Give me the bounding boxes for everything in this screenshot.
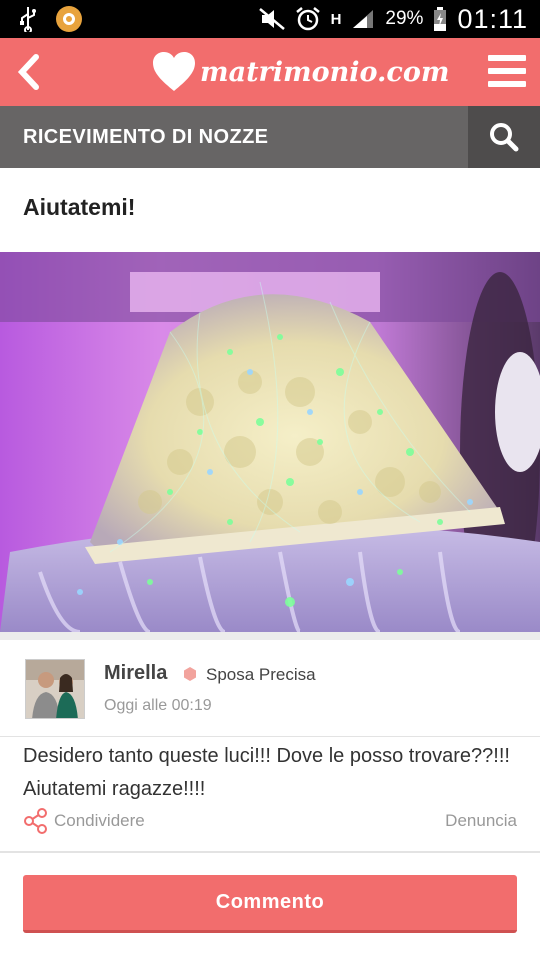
section-bar: RICEVIMENTO DI NOZZE bbox=[0, 106, 540, 168]
share-label: Condividere bbox=[54, 811, 145, 830]
brand-logo[interactable]: matrimonio.com bbox=[152, 46, 449, 98]
logo-text: matrimonio.com bbox=[200, 56, 450, 88]
chevron-left-icon bbox=[17, 54, 39, 90]
report-button[interactable]: Denuncia bbox=[445, 811, 517, 831]
status-bar: H 29% 01:11 bbox=[0, 0, 540, 38]
author-rank: Sposa Precisa bbox=[206, 665, 316, 684]
signal-icon bbox=[353, 10, 374, 28]
search-button[interactable] bbox=[468, 106, 540, 168]
search-icon bbox=[490, 123, 519, 152]
post-title: Aiutatemi! bbox=[23, 194, 136, 220]
author-avatar[interactable] bbox=[25, 659, 85, 719]
cake-lights-image bbox=[0, 252, 540, 632]
post-photo[interactable] bbox=[0, 252, 540, 632]
divider bbox=[0, 736, 540, 737]
section-title: RICEVIMENTO DI NOZZE bbox=[23, 125, 269, 148]
usb-icon bbox=[20, 7, 36, 32]
clock: 01:11 bbox=[457, 3, 528, 34]
rank-badge-icon bbox=[184, 667, 196, 681]
post-timestamp: Oggi alle 00:19 bbox=[104, 697, 212, 714]
author-name[interactable]: Mirella bbox=[104, 662, 167, 685]
muted-icon bbox=[258, 8, 285, 30]
post-body: Desidero tanto queste luci!!! Dove le po… bbox=[23, 745, 510, 800]
network-type-label: H bbox=[330, 10, 342, 28]
menu-button[interactable] bbox=[488, 52, 526, 90]
share-button[interactable]: Condividere bbox=[24, 808, 145, 834]
heart-icon bbox=[153, 52, 195, 91]
hamburger-icon bbox=[488, 55, 526, 61]
photo-separator bbox=[0, 632, 540, 640]
app-badge-icon bbox=[56, 6, 82, 32]
app-header: matrimonio.com bbox=[0, 38, 540, 106]
alarm-icon bbox=[295, 7, 320, 31]
comment-button[interactable]: Commento bbox=[23, 875, 517, 933]
back-button[interactable] bbox=[0, 38, 58, 106]
battery-icon bbox=[434, 7, 447, 31]
divider bbox=[0, 851, 540, 853]
share-icon bbox=[24, 808, 47, 834]
battery-percent: 29% bbox=[385, 8, 424, 29]
avatar-photo bbox=[26, 660, 84, 718]
